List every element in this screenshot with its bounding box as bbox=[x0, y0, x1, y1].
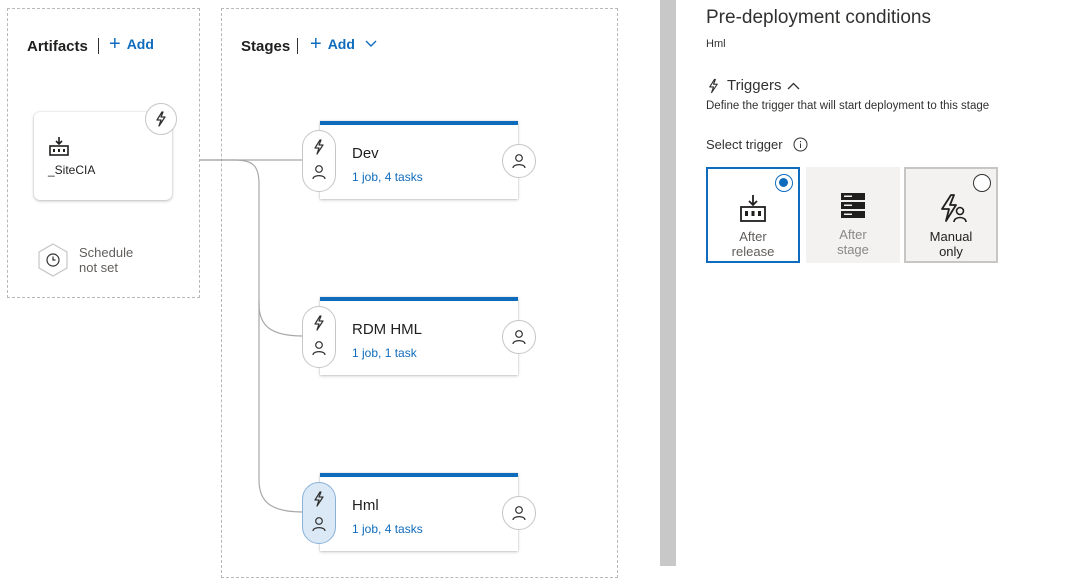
stage-summary-link[interactable]: 1 job, 1 task bbox=[352, 346, 417, 360]
schedule-button[interactable]: Schedule not set bbox=[36, 242, 146, 278]
person-icon bbox=[312, 517, 326, 532]
lightning-person-icon bbox=[941, 194, 967, 223]
option-line2: only bbox=[939, 244, 963, 259]
pre-deployment-conditions-hml[interactable] bbox=[302, 482, 336, 544]
triggers-label: Triggers bbox=[727, 77, 782, 94]
trigger-option-manual-only[interactable]: Manual only bbox=[904, 167, 998, 263]
post-deployment-approvals-rdm-hml[interactable] bbox=[502, 320, 536, 354]
build-artifact-icon bbox=[48, 136, 70, 161]
clock-icon bbox=[38, 243, 68, 277]
server-icon bbox=[841, 193, 865, 218]
stages-header: Stages bbox=[241, 38, 291, 55]
post-deployment-approvals-hml[interactable] bbox=[502, 496, 536, 530]
stage-card-dev[interactable]: Dev 1 job, 4 tasks bbox=[320, 121, 518, 199]
stage-name: Dev bbox=[352, 145, 379, 162]
stage-card-hml[interactable]: Hml 1 job, 4 tasks bbox=[320, 473, 518, 551]
lightning-icon bbox=[156, 111, 166, 127]
triggers-section-toggle[interactable]: Triggers bbox=[706, 77, 800, 94]
plus-icon: + bbox=[109, 33, 121, 55]
add-artifact-label: Add bbox=[126, 36, 154, 52]
panel-title: Pre-deployment conditions bbox=[706, 7, 931, 28]
option-line1: After bbox=[839, 227, 867, 242]
post-deployment-approvals-dev[interactable] bbox=[502, 144, 536, 178]
add-stage-button[interactable]: + Add bbox=[310, 33, 377, 55]
option-line1: Manual bbox=[929, 229, 973, 244]
trigger-option-after-stage[interactable]: After stage bbox=[806, 167, 900, 263]
pipeline-connectors bbox=[200, 159, 304, 513]
panel-splitter[interactable] bbox=[660, 0, 676, 566]
header-separator bbox=[98, 38, 99, 54]
artifacts-header: Artifacts bbox=[27, 38, 88, 55]
stage-name: Hml bbox=[352, 497, 379, 514]
stage-name: RDM HML bbox=[352, 321, 422, 338]
header-separator bbox=[297, 38, 298, 54]
stage-summary-link[interactable]: 1 job, 4 tasks bbox=[352, 170, 423, 184]
pre-deployment-conditions-dev[interactable] bbox=[302, 130, 336, 192]
person-icon bbox=[312, 165, 326, 180]
select-trigger-label: Select trigger bbox=[706, 137, 783, 152]
chevron-down-icon bbox=[365, 40, 377, 47]
option-line1: After bbox=[739, 229, 767, 244]
stage-summary-link[interactable]: 1 job, 4 tasks bbox=[352, 522, 423, 536]
radio-selected-icon bbox=[775, 174, 793, 192]
add-artifact-button[interactable]: + Add bbox=[109, 33, 154, 55]
person-icon bbox=[312, 341, 326, 356]
schedule-line1: Schedule bbox=[79, 245, 134, 260]
triggers-description: Define the trigger that will start deplo… bbox=[706, 100, 990, 112]
chevron-up-icon bbox=[788, 82, 800, 89]
stage-card-rdm-hml[interactable]: RDM HML 1 job, 1 task bbox=[320, 297, 518, 375]
pre-deployment-conditions-rdm-hml[interactable] bbox=[302, 306, 336, 368]
option-line2: stage bbox=[837, 242, 869, 257]
lightning-icon bbox=[314, 139, 324, 155]
continuous-deployment-trigger-button[interactable] bbox=[145, 103, 177, 135]
lightning-icon bbox=[314, 491, 324, 507]
lightning-icon bbox=[709, 78, 718, 93]
person-icon bbox=[512, 506, 526, 521]
schedule-line2: not set bbox=[79, 260, 119, 275]
lightning-icon bbox=[314, 315, 324, 331]
person-icon bbox=[512, 330, 526, 345]
radio-unselected-icon bbox=[973, 174, 991, 192]
artifact-name: _SiteCIA bbox=[48, 163, 96, 177]
select-trigger-row: Select trigger bbox=[706, 137, 808, 152]
plus-icon: + bbox=[310, 33, 322, 55]
build-artifact-icon bbox=[740, 195, 766, 222]
add-stage-label: Add bbox=[327, 36, 355, 52]
option-line2: release bbox=[731, 244, 775, 259]
panel-subtitle: Hml bbox=[706, 38, 726, 50]
info-icon[interactable] bbox=[793, 137, 808, 152]
trigger-option-after-release[interactable]: After release bbox=[706, 167, 800, 263]
person-icon bbox=[512, 154, 526, 169]
